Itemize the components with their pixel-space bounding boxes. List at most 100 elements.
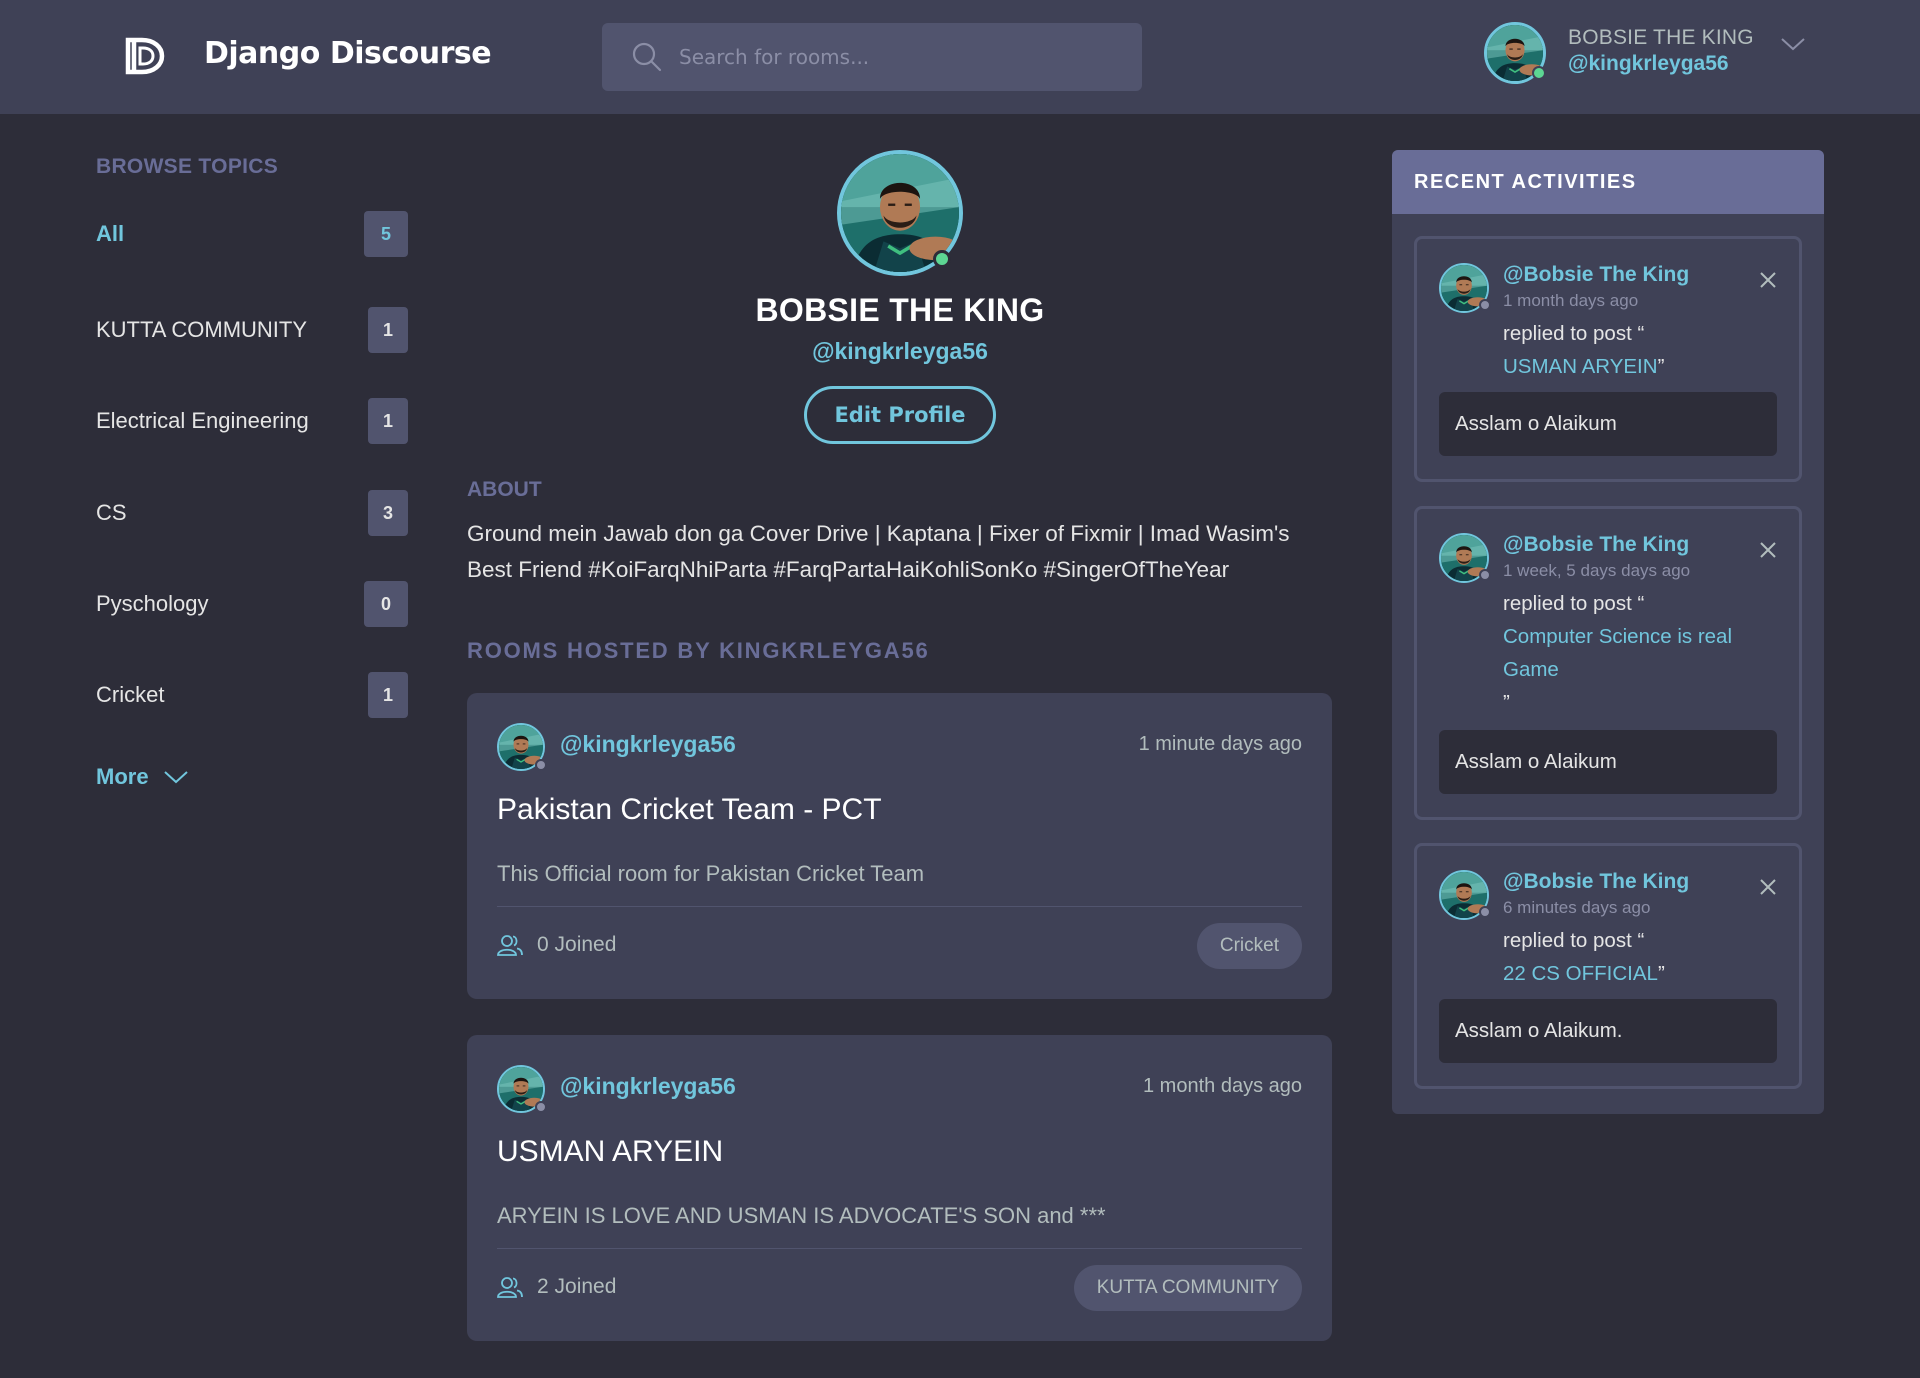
topic-count-badge: 0 [364,581,408,627]
activity-action: replied to post “ [1503,929,1645,952]
room-timestamp: 1 minute days ago [1138,733,1302,755]
topic-label: Pyschology [96,591,209,616]
activity-timestamp: 1 month days ago [1503,291,1639,310]
search-icon [632,42,662,72]
room-timestamp: 1 month days ago [1143,1075,1302,1097]
joined-count: 0 Joined [537,933,617,956]
header-user-name: BOBSIE THE KING [1568,26,1754,49]
topic-count-badge: 5 [364,211,408,257]
room-card: @kingkrleyga56 1 minute days ago Pakista… [467,693,1332,999]
topic-item-all[interactable]: All 5 [96,210,408,258]
divider [497,906,1302,907]
more-topics-button[interactable]: More [96,764,189,790]
brand-name[interactable]: Django Discourse [204,36,492,71]
status-dot [1479,299,1491,311]
room-host-link[interactable]: @kingkrleyga56 [560,1073,736,1100]
about-heading: ABOUT [467,478,542,501]
topic-item-electrical-engineering[interactable]: Electrical Engineering 1 [96,397,408,445]
room-topic-tag[interactable]: Cricket [1196,923,1302,969]
topic-label: Cricket [96,682,165,707]
more-label: More [96,764,149,789]
activity-description: replied to post “ Computer Science is re… [1503,587,1773,719]
activity-message: Asslam o Alaikum [1439,392,1777,456]
chevron-down-icon [163,771,188,784]
avatar[interactable] [497,1065,547,1113]
topic-item-kutta-community[interactable]: KUTTA COMMUNITY 1 [96,306,408,354]
search-input[interactable] [679,45,1099,69]
topics-heading: BROWSE TOPICS [96,155,279,178]
profile-avatar [837,150,963,276]
activity-quote-close: ” [1657,962,1665,985]
status-dot [1479,906,1491,918]
topic-count-badge: 1 [368,398,408,444]
activity-post-link[interactable]: USMAN ARYEIN [1503,355,1658,378]
room-card: @kingkrleyga56 1 month days ago USMAN AR… [467,1035,1332,1341]
close-icon[interactable] [1759,541,1777,563]
topic-count-badge: 1 [368,672,408,718]
avatar[interactable] [1439,870,1491,920]
room-topic-tag[interactable]: KUTTA COMMUNITY [1073,1265,1302,1311]
activity-message: Asslam o Alaikum [1439,730,1777,794]
avatar[interactable] [497,723,547,771]
activity-post-link[interactable]: Computer Science is real Game [1503,625,1732,681]
room-description: ARYEIN IS LOVE AND USMAN IS ADVOCATE'S S… [497,1203,1106,1228]
close-icon[interactable] [1759,878,1777,900]
activity-action: replied to post “ [1503,592,1645,615]
activity-timestamp: 1 week, 5 days days ago [1503,561,1691,580]
status-dot [535,759,547,771]
users-icon [497,1277,523,1298]
topic-label: All [96,221,125,246]
activity-quote-close: ” [1503,691,1510,714]
activity-message: Asslam o Alaikum. [1439,999,1777,1063]
rooms-heading: ROOMS HOSTED BY KINGKRLEYGA56 [467,638,930,663]
topic-label: Electrical Engineering [96,408,309,433]
activity-timestamp: 6 minutes days ago [1503,898,1651,917]
header-user-handle: @kingkrleyga56 [1568,52,1729,75]
edit-profile-button[interactable]: Edit Profile [804,386,996,444]
status-dot [1479,569,1491,581]
about-text: Ground mein Jawab don ga Cover Drive | K… [467,521,1290,582]
activity-item: @Bobsie The King 1 month days ago replie… [1414,236,1802,482]
close-icon[interactable] [1759,271,1777,293]
topic-count-badge: 1 [368,307,408,353]
top-nav: Django Discourse BOBSIE THE KING @kingkr… [0,0,1920,114]
divider [497,1248,1302,1249]
profile-name: BOBSIE THE KING [755,292,1045,328]
room-host-link[interactable]: @kingkrleyga56 [560,731,736,758]
activity-description: replied to post “ 22 CS OFFICIAL” [1503,924,1773,990]
activity-quote-close: ” [1657,355,1665,378]
room-participants: 0 Joined [497,933,616,957]
activity-user-link[interactable]: @Bobsie The King [1503,533,1689,557]
topic-item-cs[interactable]: CS 3 [96,489,408,537]
activity-item: @Bobsie The King 6 minutes days ago repl… [1414,843,1802,1089]
avatar[interactable] [1439,263,1491,313]
topic-item-cricket[interactable]: Cricket 1 [96,671,408,719]
status-dot [535,1101,547,1113]
topic-count-badge: 3 [368,490,408,536]
activity-action: replied to post “ [1503,322,1645,345]
activity-user-link[interactable]: @Bobsie The King [1503,870,1689,894]
profile-handle: @kingkrleyga56 [812,338,988,364]
activities-heading: RECENT ACTIVITIES [1392,150,1824,214]
room-participants: 2 Joined [497,1275,616,1299]
django-discourse-logo-icon[interactable] [124,34,168,78]
online-status-dot [933,250,951,268]
recent-activities-panel: RECENT ACTIVITIES @Bobsie The King 1 mon… [1392,150,1824,1114]
activity-item: @Bobsie The King 1 week, 5 days days ago… [1414,506,1802,820]
topic-label: CS [96,500,127,525]
user-menu[interactable]: BOBSIE THE KING @kingkrleyga56 [1484,22,1814,88]
topic-item-pyschology[interactable]: Pyschology 0 [96,580,408,628]
topic-label: KUTTA COMMUNITY [96,317,308,342]
room-description: This Official room for Pakistan Cricket … [497,861,925,886]
room-title-link[interactable]: USMAN ARYEIN [497,1135,723,1169]
activity-description: replied to post “ USMAN ARYEIN” [1503,317,1773,383]
room-title-link[interactable]: Pakistan Cricket Team - PCT [497,793,882,827]
avatar[interactable] [1439,533,1491,583]
chevron-down-icon[interactable] [1780,36,1806,56]
online-status-dot [1532,66,1546,80]
search-bar[interactable] [602,23,1142,91]
activity-user-link[interactable]: @Bobsie The King [1503,263,1689,287]
users-icon [497,935,523,956]
joined-count: 2 Joined [537,1275,617,1298]
activity-post-link[interactable]: 22 CS OFFICIAL [1503,962,1658,985]
